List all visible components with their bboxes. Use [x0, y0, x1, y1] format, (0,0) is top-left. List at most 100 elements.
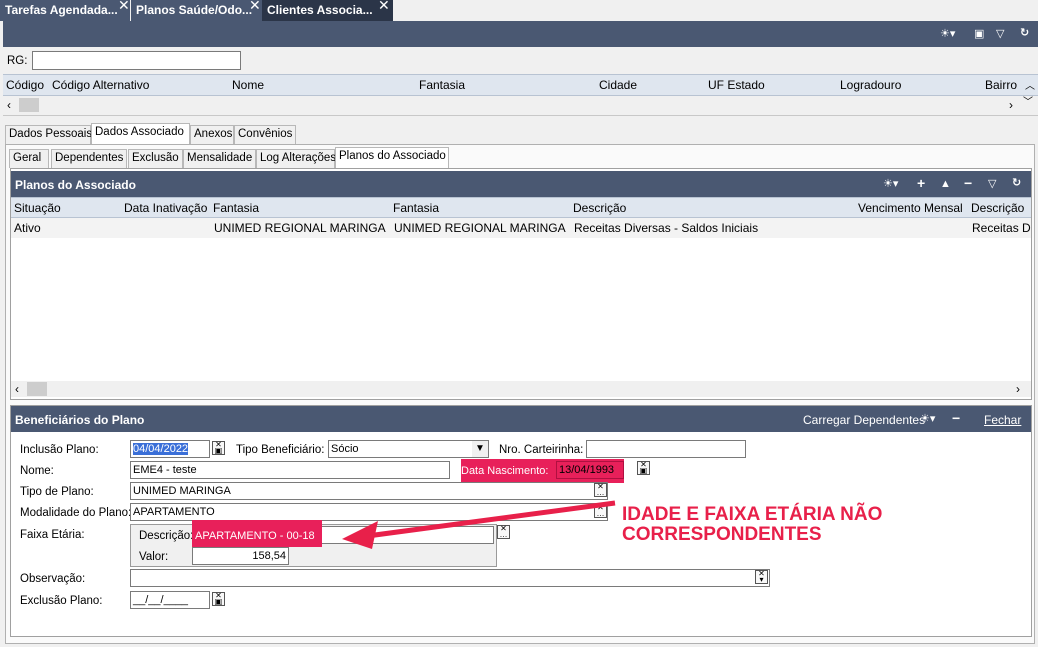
doc-tab-tarefas[interactable]: Tarefas Agendada... ✕	[0, 0, 130, 21]
subtab-mensalidade[interactable]: Mensalidade	[183, 149, 256, 168]
col-descricao-2[interactable]: Descrição	[971, 201, 1024, 215]
subtab-dependentes[interactable]: Dependentes	[51, 149, 127, 168]
close-icon[interactable]: ✕	[118, 0, 130, 14]
inclusao-input[interactable]: 04/04/2022	[130, 440, 210, 458]
annotation-arrow	[342, 500, 616, 549]
col-logradouro[interactable]: Logradouro	[840, 78, 901, 92]
col-nome[interactable]: Nome	[232, 78, 264, 92]
planos-toolbar: Planos do Associado ☀▾ + ▲ − ▽ ↻	[11, 171, 1031, 197]
beneficiarios-title: Beneficiários do Plano	[15, 413, 145, 427]
exclusao-label: Exclusão Plano:	[20, 595, 103, 607]
carregar-dependentes-button[interactable]: Carregar Dependentes	[803, 413, 925, 427]
settings-icon[interactable]: ☀▾	[920, 413, 935, 425]
col-data-inativacao[interactable]: Data Inativação	[124, 201, 207, 215]
subtab-log-alteracoes[interactable]: Log Alterações	[256, 149, 336, 168]
subtab-exclusao[interactable]: Exclusão	[128, 149, 183, 168]
planos-grid-header: Situação Data Inativação Fantasia Fantas…	[11, 197, 1031, 218]
scroll-right-icon[interactable]: ›	[1016, 382, 1020, 396]
refresh-icon[interactable]: ↻	[1020, 27, 1029, 39]
settings-icon[interactable]: ☀▾	[883, 178, 898, 190]
col-uf-estado[interactable]: UF Estado	[708, 78, 765, 92]
add-icon[interactable]: +	[917, 176, 925, 190]
cell-situacao: Ativo	[14, 221, 41, 235]
calendar-icon[interactable]: ✕ ▣	[212, 441, 225, 455]
nome-input[interactable]: EME4 - teste	[130, 461, 450, 479]
modalidade-label: Modalidade do Plano:	[20, 507, 132, 519]
scroll-right-icon[interactable]: ›	[1009, 98, 1013, 112]
main-grid-hscroll[interactable]: ‹ › ﹀	[3, 97, 1038, 113]
remove-icon[interactable]: −	[952, 411, 960, 425]
scroll-down-icon[interactable]: ﹀	[1023, 93, 1033, 108]
refresh-icon[interactable]: ↻	[1012, 177, 1021, 189]
nascimento-input[interactable]: 13/04/1993	[556, 461, 624, 479]
planos-title: Planos do Associado	[15, 178, 136, 192]
col-fantasia[interactable]: Fantasia	[213, 201, 259, 215]
scroll-thumb[interactable]	[19, 98, 39, 112]
annotation-line-2: CORRESPONDENTES	[622, 524, 822, 545]
rg-input[interactable]	[32, 51, 241, 70]
col-codigo[interactable]: Código	[6, 78, 44, 92]
col-bairro[interactable]: Bairro	[985, 78, 1017, 92]
close-icon[interactable]: ✕	[378, 0, 390, 14]
rg-label: RG:	[7, 55, 28, 67]
filter-icon[interactable]: ▽	[996, 28, 1004, 40]
divider	[3, 115, 1038, 116]
col-codigo-alternativo[interactable]: Código Alternativo	[52, 78, 149, 92]
nome-label: Nome:	[20, 465, 54, 477]
expand-icon[interactable]: ✕ ▾	[755, 570, 768, 584]
subtab-geral[interactable]: Geral	[9, 149, 49, 168]
cell-fantasia-2: UNIMED REGIONAL MARINGA	[394, 221, 566, 235]
col-fantasia-2[interactable]: Fantasia	[393, 201, 439, 215]
faixa-descricao-label: Descrição:	[139, 530, 194, 542]
up-icon[interactable]: ▲	[940, 178, 951, 190]
col-vencimento-mensal[interactable]: Vencimento Mensal	[858, 201, 963, 215]
settings-icon[interactable]: ☀▾	[940, 28, 955, 40]
faixa-valor-label: Valor:	[139, 551, 169, 563]
fechar-button[interactable]: Fechar	[984, 413, 1021, 427]
faixa-descricao-value: APARTAMENTO - 00-18	[195, 530, 315, 542]
col-fantasia[interactable]: Fantasia	[419, 78, 465, 92]
observacao-input[interactable]	[130, 569, 770, 587]
calendar-icon[interactable]: ✕ ▣	[637, 461, 650, 475]
main-tabs: Dados Pessoais Dados Associado Anexos Co…	[5, 123, 1035, 145]
scroll-up-icon[interactable]: ︿	[1025, 77, 1035, 92]
cell-descricao-2: Receitas D	[972, 221, 1031, 235]
beneficiarios-toolbar: Beneficiários do Plano Carregar Dependen…	[11, 406, 1031, 432]
doc-tab-clientes[interactable]: Clientes Associa... ✕	[262, 0, 393, 21]
filter-icon[interactable]: ▽	[988, 178, 996, 190]
carteirinha-input[interactable]	[586, 440, 746, 458]
tipo-beneficiario-label: Tipo Beneficiário:	[236, 444, 325, 456]
col-descricao[interactable]: Descrição	[573, 201, 626, 215]
table-row[interactable]: Ativo UNIMED REGIONAL MARINGA UNIMED REG…	[11, 218, 1031, 238]
inclusao-label: Inclusão Plano:	[20, 444, 99, 456]
remove-icon[interactable]: −	[964, 176, 972, 190]
main-grid-header: Código Código Alternativo Nome Fantasia …	[3, 74, 1038, 96]
nascimento-label: Data Nascimento:	[461, 465, 549, 477]
faixa-etaria-label: Faixa Etária:	[20, 529, 85, 541]
scroll-thumb[interactable]	[27, 382, 47, 396]
calendar-icon[interactable]: ✕ ▣	[212, 592, 225, 606]
annotation-text: IDADE E FAIXA ETÁRIA NÃO CORRESPONDENTES	[622, 505, 882, 545]
tipo-plano-label: Tipo de Plano:	[20, 486, 94, 498]
tab-dados-pessoais[interactable]: Dados Pessoais	[5, 125, 92, 144]
close-icon[interactable]: ✕	[249, 0, 261, 14]
subtab-planos-do-associado[interactable]: Planos do Associado	[335, 147, 449, 168]
tab-dados-associado[interactable]: Dados Associado	[91, 123, 190, 144]
save-icon[interactable]: ▣	[974, 28, 984, 40]
doc-tab-label: Tarefas Agendada...	[5, 3, 118, 17]
exclusao-input[interactable]: __/__/____	[130, 591, 210, 609]
planos-hscroll[interactable]: ‹ ›	[11, 381, 1031, 397]
scroll-left-icon[interactable]: ‹	[15, 382, 19, 396]
chevron-down-icon[interactable]: ▼	[472, 441, 488, 457]
annotation-line-1: IDADE E FAIXA ETÁRIA NÃO	[622, 504, 883, 525]
tab-anexos[interactable]: Anexos	[190, 125, 234, 144]
col-situacao[interactable]: Situação	[14, 201, 61, 215]
doc-tab-planos[interactable]: Planos Saúde/Odo... ✕	[131, 0, 262, 21]
scroll-left-icon[interactable]: ‹	[7, 98, 11, 112]
faixa-valor-input[interactable]: 158,54	[192, 547, 289, 565]
cell-descricao: Receitas Diversas - Saldos Iniciais	[574, 221, 759, 235]
tipo-beneficiario-select[interactable]: Sócio	[328, 440, 489, 458]
tab-convenios[interactable]: Convênios	[234, 125, 296, 144]
col-cidade[interactable]: Cidade	[599, 78, 637, 92]
carteirinha-label: Nro. Carteirinha:	[499, 444, 584, 456]
